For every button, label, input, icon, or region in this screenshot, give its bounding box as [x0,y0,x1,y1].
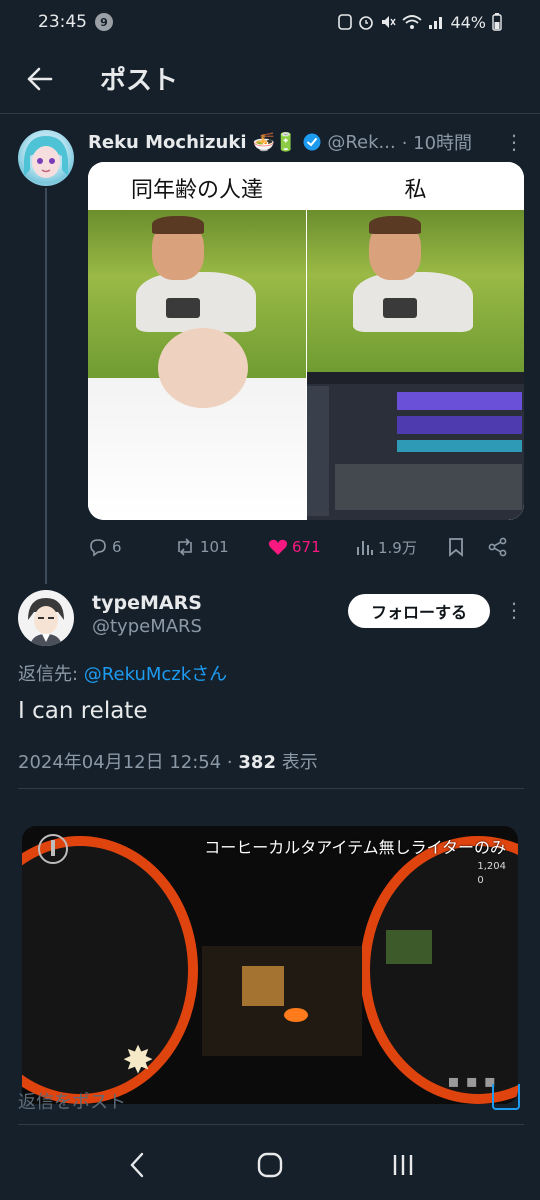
repost-button[interactable]: 101 [174,537,268,557]
more-options-icon[interactable]: ⋮ [504,130,528,154]
fireplace-glow [284,1008,308,1022]
game-hud-counters: 1,204 0 [477,860,506,888]
repost-icon [178,538,192,556]
reply-author-name[interactable]: typeMARS [92,592,202,614]
star-character-icon: ✸ [122,1038,154,1082]
more-options-icon[interactable]: ⋮ [504,598,524,622]
reply-timestamp: 2024年04月12日 12:54 · 382 表示 [18,748,318,774]
status-time: 23:45 [38,12,87,32]
views-chart-icon [357,541,373,555]
meme-photo-right [307,210,524,372]
meme-panel-right: 私 [307,162,524,520]
thread-line [45,188,47,584]
author-name[interactable]: Reku Mochizuki [88,132,246,153]
hud-count: 1,204 [477,861,506,872]
baby-figure [158,328,248,408]
author-handle[interactable]: @Rek... [327,132,395,153]
meme-caption-right: 私 [404,178,427,203]
video-caption: コーヒーカルタアイテム無しライターのみ [204,838,506,857]
share-icon [488,537,507,557]
back-arrow-icon [27,67,53,90]
follow-button[interactable]: フォローする [348,594,490,628]
post-time: · 10時間 [401,133,473,154]
app-header: ポスト [0,44,540,114]
system-back-button[interactable] [107,1135,167,1195]
bookmark-icon [449,538,463,557]
like-count: 671 [292,538,321,556]
status-bar: 23:45 9 44% [0,0,540,44]
recents-icon [394,1155,413,1175]
home-circle-icon [257,1152,283,1178]
daw-screenshot [307,372,524,520]
compose-media-icon[interactable] [492,1084,520,1110]
reply-to-line: 返信先: @RekuMczkさん [18,660,227,686]
post-header: Reku Mochizuki 🍜🔋 @Rek... · 10時間 ⋮ [88,128,528,156]
divider [18,788,524,789]
battery-percent: 44% [450,12,486,32]
author-emoji: 🍜🔋 [252,131,298,153]
battery-icon [492,13,502,31]
system-home-button[interactable] [240,1135,300,1195]
reply-views-suffix: 表示 [275,752,318,773]
signal-icon [429,17,443,29]
recycle-icon [338,14,353,30]
reply-author-handle[interactable]: @typeMARS [92,616,202,637]
hud-zero: 0 [477,875,484,886]
divider [18,1124,524,1125]
mute-icon [382,16,397,28]
back-button[interactable] [0,44,80,114]
meme-panel-left: 同年齢の人達 [88,162,306,520]
views-button[interactable]: 1.9万 [356,537,448,558]
avatar[interactable] [18,130,74,186]
repost-count: 101 [200,538,229,556]
reply-body-text: I can relate [18,698,148,724]
reply-icon [90,539,106,557]
reply-to-mention[interactable]: @RekuMczkさん [84,664,227,685]
bookmark-button[interactable] [448,537,488,557]
game-compass-icon [38,834,68,864]
game-hud-status [36,832,156,888]
heart-icon [268,539,288,555]
share-button[interactable] [488,537,518,557]
post-image[interactable]: 同年齢の人達 私 [88,162,524,520]
bookshelf [386,930,432,964]
reply-count: 6 [112,538,122,556]
reply-date: 2024年04月12日 12:54 · [18,752,239,773]
notification-count-badge: 9 [95,13,113,31]
avatar[interactable] [18,590,74,646]
floating-video-player[interactable]: 1,204 0 コーヒーカルタアイテム無しライターのみ ✸ ▪▪▪ [22,826,518,1104]
view-count: 1.9万 [378,538,417,557]
alarm-icon [359,16,374,30]
reply-compose-placeholder[interactable]: 返信をポスト [18,1088,126,1114]
wifi-icon [402,15,423,29]
reply-to-prefix: 返信先: [18,664,84,685]
meme-caption-left: 同年齢の人達 [130,178,263,203]
page-title: ポスト [100,66,179,96]
room-light [242,966,284,1006]
post-actions: 6 101 671 1.9万 [88,534,524,560]
reply-view-count[interactable]: 382 [238,752,276,773]
verified-badge-icon [303,133,321,151]
system-nav-bar [0,1130,540,1200]
reply-button[interactable]: 6 [88,537,174,557]
system-recents-button[interactable] [373,1135,433,1195]
chevron-left-icon [130,1152,143,1178]
like-button[interactable]: 671 [268,538,356,556]
